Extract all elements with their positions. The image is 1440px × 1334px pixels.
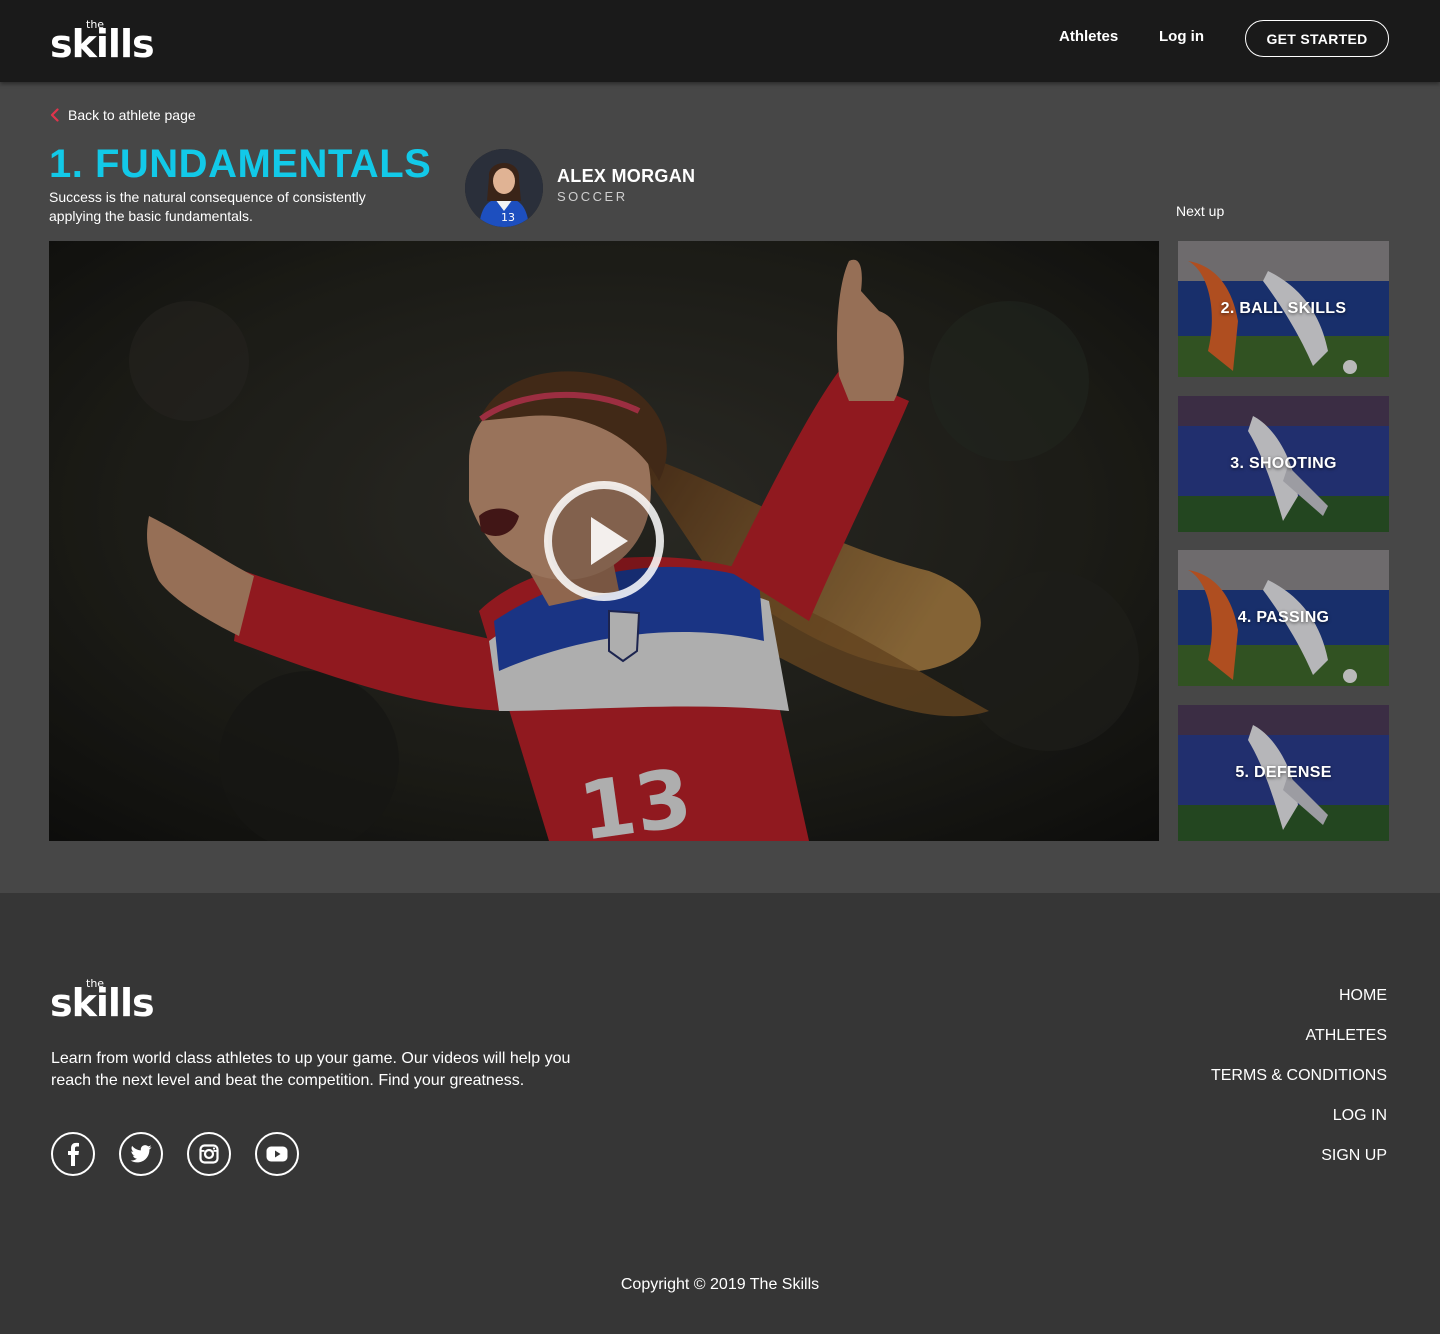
instagram-icon[interactable] — [187, 1132, 231, 1176]
footer-link-home[interactable]: HOME — [1339, 987, 1387, 1005]
site-logo[interactable]: the skills — [50, 16, 160, 66]
playlist-item-label: 3. SHOOTING — [1230, 455, 1337, 472]
playlist-item-ball-skills[interactable]: 2. BALL SKILLS — [1178, 241, 1389, 377]
footer-link-terms[interactable]: TERMS & CONDITIONS — [1211, 1067, 1387, 1085]
video-player[interactable]: 13 — [49, 241, 1159, 841]
back-link-label: Back to athlete page — [68, 107, 196, 123]
lesson-description: Success is the natural consequence of co… — [49, 189, 366, 224]
athlete-sport: SOCCER — [557, 189, 628, 204]
playlist-item-shooting[interactable]: 3. SHOOTING — [1178, 396, 1389, 532]
top-navigation-bar: the skills Athletes Log in GET STARTED — [0, 0, 1440, 82]
footer-link-login[interactable]: LOG IN — [1333, 1107, 1387, 1125]
logo-word: skills — [50, 981, 155, 1025]
youtube-icon[interactable] — [255, 1132, 299, 1176]
nav-athletes-link[interactable]: Athletes — [1059, 28, 1118, 45]
playlist-item-defense[interactable]: 5. DEFENSE — [1178, 705, 1389, 841]
twitter-icon[interactable] — [119, 1132, 163, 1176]
back-to-athlete-link[interactable]: Back to athlete page — [50, 106, 196, 124]
footer-link-signup[interactable]: SIGN UP — [1321, 1147, 1387, 1165]
play-icon[interactable] — [543, 480, 665, 602]
avatar-jersey-number: 13 — [501, 211, 515, 224]
footer-logo[interactable]: the skills — [50, 975, 160, 1025]
athlete-name[interactable]: ALEX MORGAN — [557, 166, 695, 187]
footer-description: Learn from world class athletes to up yo… — [51, 1050, 571, 1089]
athlete-avatar[interactable]: 13 — [465, 149, 543, 227]
site-footer: the skills Learn from world class athlet… — [0, 893, 1440, 1334]
next-up-label: Next up — [1176, 203, 1225, 219]
playlist-item-label: 2. BALL SKILLS — [1220, 300, 1347, 317]
logo-word: skills — [50, 22, 155, 66]
playlist-item-label: 5. DEFENSE — [1235, 764, 1332, 781]
get-started-button[interactable]: GET STARTED — [1245, 20, 1389, 57]
lesson-title: 1. FUNDAMENTALS — [49, 142, 432, 186]
nav-login-link[interactable]: Log in — [1159, 28, 1204, 45]
footer-link-athletes[interactable]: ATHLETES — [1306, 1027, 1388, 1045]
facebook-icon[interactable] — [51, 1132, 95, 1176]
copyright-text: Copyright © 2019 The Skills — [620, 1276, 820, 1293]
chevron-left-icon — [50, 108, 59, 122]
athlete-portrait: 13 — [465, 149, 543, 227]
playlist-item-passing[interactable]: 4. PASSING — [1178, 550, 1389, 686]
playlist-item-label: 4. PASSING — [1237, 609, 1330, 626]
